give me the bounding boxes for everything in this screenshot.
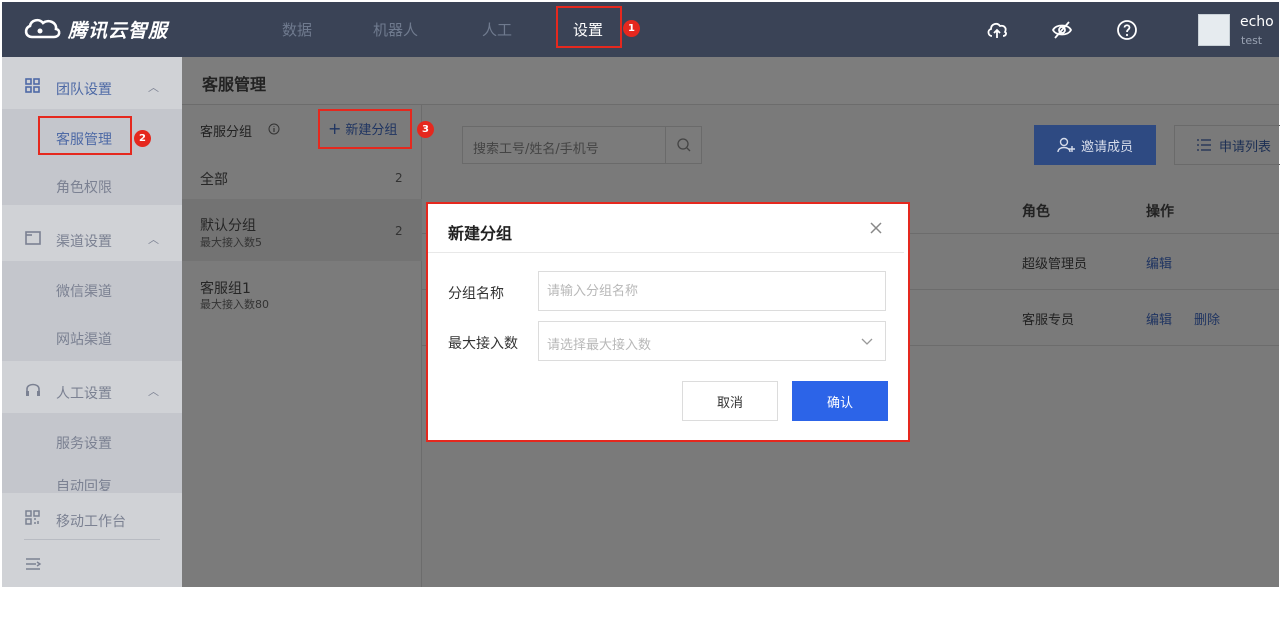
sidebar-group-channel-settings[interactable]: 渠道设置 ︿ [2, 213, 182, 261]
sidebar-item-role-permissions[interactable]: 角色权限 [56, 177, 112, 197]
delete-link[interactable]: 删除 [1194, 309, 1220, 328]
sidebar-item-web-channel[interactable]: 网站渠道 [56, 329, 112, 349]
search-button[interactable] [665, 127, 701, 163]
search-input[interactable]: 搜索工号/姓名/手机号 [473, 138, 599, 157]
highlight-new-group-dialog [426, 202, 910, 442]
qr-icon [25, 510, 40, 525]
headset-icon [26, 383, 40, 396]
edit-link[interactable]: 编辑 [1146, 253, 1172, 272]
step-badge: 1 [623, 20, 640, 37]
window-icon [25, 231, 41, 245]
avatar[interactable] [1198, 14, 1230, 46]
step-badge: 2 [134, 130, 151, 147]
highlight-agent-management [38, 116, 132, 155]
group-name: 全部 [200, 172, 228, 188]
info-icon[interactable] [268, 123, 280, 135]
nav-data[interactable]: 数据 [282, 19, 312, 40]
group-max-sessions: 最大接入数80 [200, 298, 269, 311]
sidebar-mobile-workbench[interactable]: 移动工作台 [2, 493, 182, 541]
group-item-default[interactable]: 默认分组 最大接入数5 2 [182, 199, 422, 261]
chevron-up-icon: ︿ [148, 233, 159, 246]
brand-logo[interactable]: 腾讯云智服 [22, 15, 168, 43]
page-title: 客服管理 [202, 75, 267, 94]
sidebar-divider [24, 539, 160, 540]
highlight-new-group [318, 109, 412, 149]
help-icon[interactable] [1115, 18, 1139, 42]
role-cell: 客服专员 [1022, 313, 1075, 328]
add-user-icon [1057, 137, 1075, 153]
sidebar-group-label: 渠道设置 [56, 234, 112, 250]
search-box[interactable]: 搜索工号/姓名/手机号 [462, 126, 702, 164]
column-header-action: 操作 [1146, 204, 1174, 220]
user-name[interactable]: echo [1240, 14, 1274, 30]
group-list-panel: 客服分组 + 新建分组 全部 2 默认分组 最大接入数5 2 客服组1 最大接入… [182, 105, 422, 587]
eye-off-icon[interactable] [1050, 18, 1074, 42]
sidebar-group-team-settings[interactable]: 团队设置 ︿ [2, 61, 182, 109]
edit-link[interactable]: 编辑 [1146, 309, 1172, 328]
cloud-upload-icon[interactable] [985, 18, 1009, 42]
list-icon [1197, 139, 1211, 151]
invite-member-button[interactable]: 邀请成员 [1034, 125, 1156, 165]
user-account: test [1241, 34, 1263, 47]
grid-icon [25, 78, 40, 93]
sidebar-group-label: 人工设置 [56, 386, 112, 402]
sidebar-item-auto-reply[interactable]: 自动回复 [56, 479, 112, 491]
role-cell: 超级管理员 [1022, 257, 1088, 272]
search-icon [677, 138, 691, 152]
tencent-cloud-logo-icon [24, 18, 61, 39]
group-item-agent-group-1[interactable]: 客服组1 最大接入数80 [182, 265, 422, 321]
top-navigation-bar: 腾讯云智服 数据 机器人 人工 设置 echo test [2, 2, 1279, 57]
sidebar-item-service-settings[interactable]: 服务设置 [56, 433, 112, 453]
group-name: 客服组1 [200, 281, 251, 297]
group-count: 2 [395, 171, 403, 185]
content-header: 客服管理 [182, 57, 1279, 105]
menu-collapse-icon[interactable] [24, 557, 42, 571]
apply-list-label: 申请列表 [1219, 139, 1272, 155]
sidebar-item-wechat-channel[interactable]: 微信渠道 [56, 281, 112, 301]
group-max-sessions: 最大接入数5 [200, 236, 262, 249]
step-badge: 3 [417, 121, 434, 138]
column-header-role: 角色 [1022, 204, 1050, 220]
invite-member-label: 邀请成员 [1080, 139, 1133, 155]
group-count: 2 [395, 224, 403, 238]
group-item-all[interactable]: 全部 2 [182, 153, 422, 199]
nav-human[interactable]: 人工 [482, 19, 512, 40]
sidebar-item-auto-reply-clip: 自动回复 [56, 477, 112, 491]
group-name: 默认分组 [200, 218, 256, 234]
sidebar-group-label: 团队设置 [56, 82, 112, 98]
sidebar-item-label: 移动工作台 [56, 514, 126, 530]
chevron-up-icon: ︿ [148, 81, 159, 94]
sidebar-group-human-settings[interactable]: 人工设置 ︿ [2, 365, 182, 413]
nav-robot[interactable]: 机器人 [373, 19, 418, 40]
apply-list-button[interactable]: 申请列表 [1174, 125, 1280, 165]
chevron-up-icon: ︿ [148, 385, 159, 398]
highlight-settings-nav [556, 6, 622, 48]
group-panel-title: 客服分组 [200, 125, 253, 140]
brand-name: 腾讯云智服 [68, 19, 169, 42]
